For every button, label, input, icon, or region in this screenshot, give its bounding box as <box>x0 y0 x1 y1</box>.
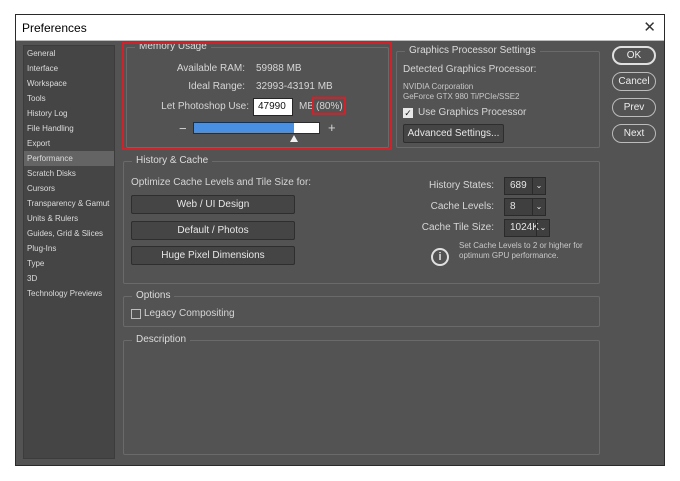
cache-levels-select[interactable]: 8 ⌄ <box>504 198 546 216</box>
sidebar-item-type[interactable]: Type <box>24 256 114 271</box>
prev-button[interactable]: Prev <box>612 98 656 117</box>
next-button[interactable]: Next <box>612 124 656 143</box>
cache-levels-label: Cache Levels: <box>430 201 494 212</box>
sidebar-item-interface[interactable]: Interface <box>24 61 114 76</box>
sidebar-item-plug-ins[interactable]: Plug-Ins <box>24 241 114 256</box>
history-cache-legend: History & Cache <box>132 155 213 166</box>
sidebar-item-export[interactable]: Export <box>24 136 114 151</box>
history-cache-group: History & Cache Optimize Cache Levels an… <box>123 155 600 284</box>
cache-info-text-1: Set Cache Levels to 2 or higher for <box>459 241 583 250</box>
gpu-model: GeForce GTX 980 Ti/PCIe/SSE2 <box>403 92 520 101</box>
sidebar-item-units-rulers[interactable]: Units & Rulers <box>24 211 114 226</box>
chevron-down-icon: ⌄ <box>532 178 545 194</box>
history-states-select[interactable]: 689 ⌄ <box>504 177 546 195</box>
use-gpu-label: Use Graphics Processor <box>418 107 527 118</box>
optimize-label: Optimize Cache Levels and Tile Size for: <box>131 177 312 188</box>
history-states-label: History States: <box>428 180 494 191</box>
options-legend: Options <box>132 290 175 301</box>
preferences-dialog: Preferences ✕ General Interface Workspac… <box>15 14 665 466</box>
cache-tile-size-value: 1024K <box>510 222 539 233</box>
sidebar-item-3d[interactable]: 3D <box>24 271 114 286</box>
gpu-legend: Graphics Processor Settings <box>405 45 540 56</box>
cache-levels-value: 8 <box>510 201 516 212</box>
description-group: Description <box>123 334 600 455</box>
sidebar-item-general[interactable]: General <box>24 46 114 61</box>
sidebar-item-transparency-gamut[interactable]: Transparency & Gamut <box>24 196 114 211</box>
default-photos-button[interactable]: Default / Photos <box>131 221 295 240</box>
detected-gpu-label: Detected Graphics Processor: <box>403 64 537 75</box>
sidebar-item-technology-previews[interactable]: Technology Previews <box>24 286 114 301</box>
sidebar-item-guides-grid-slices[interactable]: Guides, Grid & Slices <box>24 226 114 241</box>
gpu-vendor: NVIDIA Corporation <box>403 82 474 91</box>
web-ui-design-button[interactable]: Web / UI Design <box>131 195 295 214</box>
cache-info-text-2: optimum GPU performance. <box>459 251 559 260</box>
ok-button[interactable]: OK <box>612 46 656 65</box>
use-gpu-checkbox[interactable]: ✓ <box>403 108 413 118</box>
options-group: Options Legacy Compositing <box>123 290 600 327</box>
graphics-processor-group: Graphics Processor Settings Detected Gra… <box>396 45 600 148</box>
title-bar: Preferences ✕ <box>16 15 664 41</box>
category-sidebar: General Interface Workspace Tools Histor… <box>23 45 115 459</box>
sidebar-item-tools[interactable]: Tools <box>24 91 114 106</box>
huge-pixel-dimensions-button[interactable]: Huge Pixel Dimensions <box>131 246 295 265</box>
sidebar-item-workspace[interactable]: Workspace <box>24 76 114 91</box>
chevron-down-icon: ⌄ <box>536 220 549 236</box>
description-legend: Description <box>132 334 191 345</box>
sidebar-item-cursors[interactable]: Cursors <box>24 181 114 196</box>
history-states-value: 689 <box>510 180 527 191</box>
info-icon: i <box>431 248 449 266</box>
legacy-compositing-label: Legacy Compositing <box>144 308 235 319</box>
memory-highlight-box <box>122 42 392 150</box>
close-icon[interactable]: ✕ <box>643 18 656 36</box>
sidebar-item-scratch-disks[interactable]: Scratch Disks <box>24 166 114 181</box>
legacy-compositing-checkbox[interactable] <box>131 309 141 319</box>
sidebar-item-file-handling[interactable]: File Handling <box>24 121 114 136</box>
chevron-down-icon: ⌄ <box>532 199 545 215</box>
sidebar-item-history-log[interactable]: History Log <box>24 106 114 121</box>
advanced-settings-button[interactable]: Advanced Settings... <box>403 124 504 143</box>
dialog-title: Preferences <box>22 21 87 35</box>
cache-tile-size-select[interactable]: 1024K ⌄ <box>504 219 550 237</box>
cache-tile-size-label: Cache Tile Size: <box>421 222 494 233</box>
sidebar-item-performance[interactable]: Performance <box>24 151 114 166</box>
cancel-button[interactable]: Cancel <box>612 72 656 91</box>
